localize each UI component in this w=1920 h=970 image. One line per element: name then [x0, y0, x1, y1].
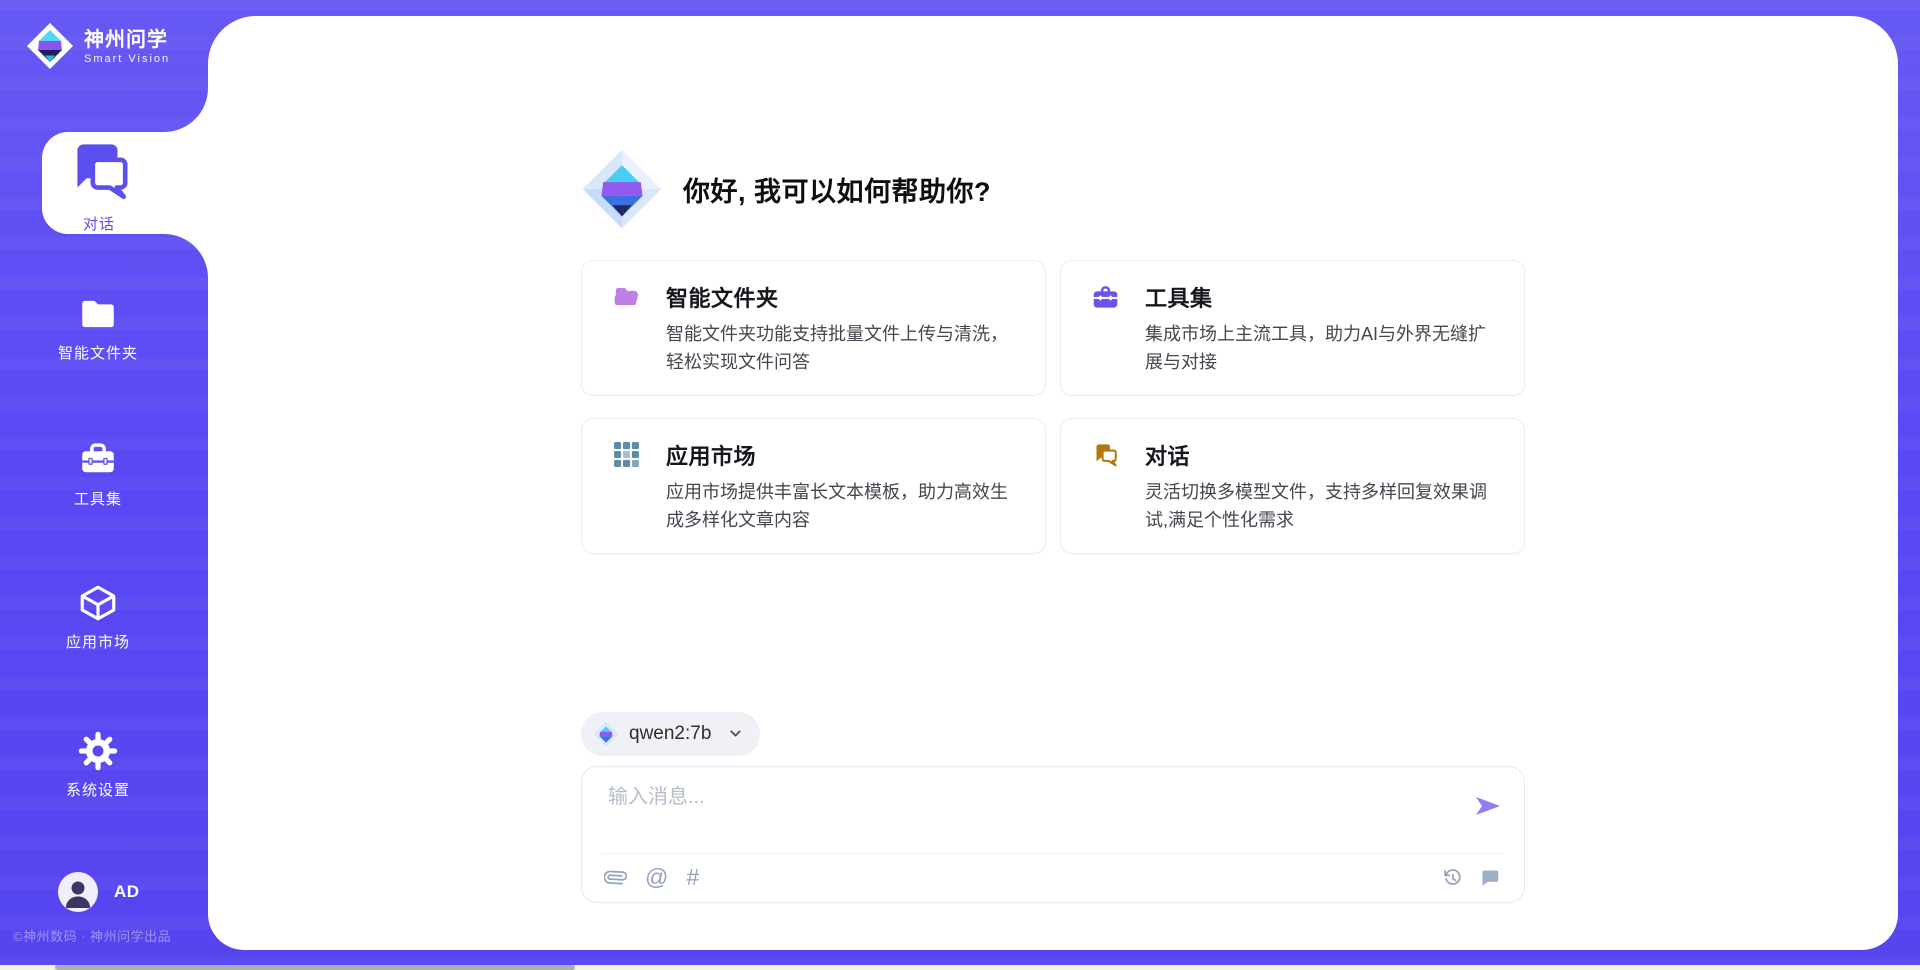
person-icon: [58, 872, 98, 912]
card-title: 工具集: [1145, 281, 1213, 313]
model-selector[interactable]: qwen2:7b: [581, 712, 760, 756]
at-icon[interactable]: @: [645, 866, 668, 889]
assistant-logo-icon: [581, 148, 663, 230]
chat-bubble-icon[interactable]: [1479, 867, 1500, 888]
card-smart-folders[interactable]: 智能文件夹 智能文件夹功能支持批量文件上传与清洗，轻松实现文件问答: [581, 260, 1046, 396]
card-description: 灵活切换多模型文件，支持多样回复效果调试,满足个性化需求: [1145, 479, 1498, 535]
grid-icon: [612, 441, 640, 469]
composer-tools-left: @ #: [604, 853, 699, 902]
composer-divider: [602, 853, 1504, 854]
card-title: 应用市场: [666, 439, 756, 471]
scrollbar-thumb[interactable]: [55, 965, 575, 970]
active-tab-curve-top: [164, 88, 208, 132]
open-folder-icon: [612, 283, 640, 311]
brand-subtitle: Smart Vision: [84, 53, 170, 65]
card-toolset[interactable]: 工具集 集成市场上主流工具，助力AI与外界无缝扩展与对接: [1060, 260, 1525, 396]
toolbox-icon: [77, 439, 119, 481]
brand-logo-icon: [26, 22, 74, 70]
sidebar: 神州问学 Smart Vision 对话 智能文件夹 工具集: [0, 0, 208, 970]
card-app-market[interactable]: 应用市场 应用市场提供丰富长文本模板，助力高效生成多样化文章内容: [581, 418, 1046, 554]
chat-bubbles-icon: [62, 132, 136, 206]
main-panel: 你好, 我可以如何帮助你? 智能文件夹 智能文件夹功能支持批量文件上传与清洗，轻…: [208, 16, 1898, 950]
greeting-title: 你好, 我可以如何帮助你?: [683, 170, 991, 209]
sidebar-item-smart-folders[interactable]: 智能文件夹: [0, 293, 196, 363]
briefcase-icon: [1091, 283, 1119, 311]
sidebar-item-app-market[interactable]: 应用市场: [0, 582, 196, 652]
card-chat[interactable]: 对话 灵活切换多模型文件，支持多样回复效果调试,满足个性化需求: [1060, 418, 1525, 554]
active-tab-curve-bottom: [164, 234, 208, 278]
cube-icon: [77, 582, 119, 624]
user-profile[interactable]: AD: [58, 872, 140, 912]
gear-icon: [77, 730, 119, 772]
message-input[interactable]: [606, 785, 1444, 810]
composer: @ #: [581, 766, 1525, 903]
paperclip-icon[interactable]: [604, 866, 627, 889]
diamond-logo-icon: [593, 721, 619, 747]
sidebar-item-label: 对话: [83, 213, 115, 234]
copyright: ©神州数码 · 神州问学出品: [13, 926, 171, 945]
sidebar-item-label: 应用市场: [66, 631, 130, 652]
feature-cards: 智能文件夹 智能文件夹功能支持批量文件上传与清洗，轻松实现文件问答: [581, 260, 1525, 554]
brand-name: 神州问学: [84, 28, 170, 52]
greeting: 你好, 我可以如何帮助你?: [581, 148, 1525, 230]
folder-icon: [77, 293, 119, 335]
model-name: qwen2:7b: [629, 723, 711, 745]
sidebar-item-label: 系统设置: [66, 779, 130, 800]
user-label: AD: [114, 882, 140, 902]
send-icon[interactable]: [1474, 793, 1502, 821]
card-description: 应用市场提供丰富长文本模板，助力高效生成多样化文章内容: [666, 479, 1019, 535]
hash-icon[interactable]: #: [686, 866, 699, 889]
brand: 神州问学 Smart Vision: [26, 22, 170, 70]
sidebar-item-toolset[interactable]: 工具集: [0, 439, 196, 509]
card-description: 集成市场上主流工具，助力AI与外界无缝扩展与对接: [1145, 321, 1498, 377]
sidebar-item-chat[interactable]: 对话: [42, 132, 208, 234]
avatar: [58, 872, 98, 912]
horizontal-scrollbar[interactable]: [0, 965, 1920, 970]
composer-tools-right: [1442, 853, 1500, 902]
chevron-down-icon: [727, 725, 744, 742]
sidebar-item-label: 工具集: [74, 488, 122, 509]
card-description: 智能文件夹功能支持批量文件上传与清洗，轻松实现文件问答: [666, 321, 1019, 377]
card-title: 智能文件夹: [666, 281, 779, 313]
card-title: 对话: [1145, 439, 1190, 471]
sidebar-item-label: 智能文件夹: [58, 342, 138, 363]
chat-bubbles-icon: [1091, 441, 1119, 469]
sidebar-item-settings[interactable]: 系统设置: [0, 730, 196, 800]
history-icon[interactable]: [1442, 867, 1463, 888]
